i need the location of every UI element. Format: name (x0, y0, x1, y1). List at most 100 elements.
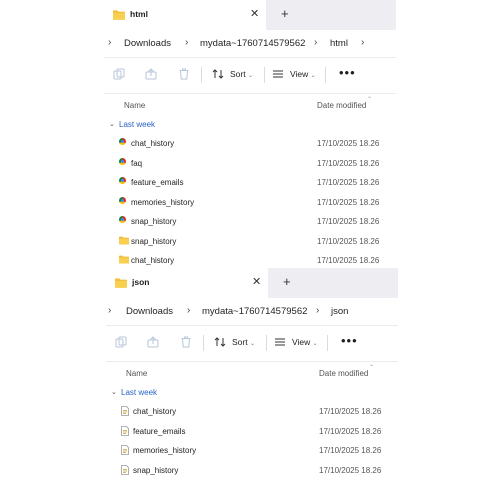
new-tab-button[interactable]: + (281, 6, 289, 21)
sort-label: Sort (230, 69, 246, 79)
explorer-window-json: json ✕ + › Downloads › mydata~1760714579… (106, 268, 398, 480)
column-header-date[interactable]: Date modified (319, 369, 368, 378)
file-name: memories_history (133, 446, 197, 455)
breadcrumb-downloads[interactable]: Downloads (126, 306, 173, 317)
file-date: 17/10/2025 18.26 (317, 197, 380, 207)
file-date: 17/10/2025 18.26 (317, 236, 380, 246)
breadcrumb-json[interactable]: json (331, 306, 348, 317)
folder-icon (113, 10, 125, 20)
file-date: 17/10/2025 18.26 (317, 178, 380, 187)
chevron-right-icon[interactable]: › (185, 37, 188, 48)
file-date: 17/10/2025 18.26 (317, 139, 380, 148)
breadcrumb-mydata[interactable]: mydata~1760714579562 (200, 38, 305, 49)
sort-button[interactable]: Sort ⌄ (230, 69, 253, 79)
file-date: 17/10/2025 18.26 (317, 256, 380, 265)
breadcrumb-mydata[interactable]: mydata~1760714579562 (202, 306, 307, 317)
column-header-name[interactable]: Name (126, 369, 147, 378)
close-icon[interactable]: ✕ (250, 7, 259, 20)
list-item[interactable]: faq 17/10/2025 18.26 (104, 154, 396, 174)
column-header-row: Name ⌄ Date modified (104, 94, 396, 116)
tab-html[interactable]: html ✕ (104, 0, 266, 30)
folder-icon (115, 278, 127, 288)
chrome-html-icon (119, 196, 126, 204)
file-name: memories_history (131, 197, 195, 207)
list-item[interactable]: chat_history 17/10/2025 18.26 (104, 134, 396, 154)
column-header-name[interactable]: Name (124, 101, 145, 110)
column-header-row: Name ⌄ Date modified (106, 362, 398, 384)
copy-icon[interactable] (115, 336, 127, 348)
breadcrumb-html[interactable]: html (330, 38, 348, 49)
chevron-right-icon[interactable]: › (108, 305, 111, 316)
file-date: 17/10/2025 18.26 (317, 217, 380, 226)
delete-icon[interactable] (178, 68, 190, 80)
copy-icon[interactable] (113, 68, 125, 80)
breadcrumb: › Downloads › mydata~1760714579562 › jso… (106, 298, 398, 326)
command-bar: Sort ⌄ View ⌄ ••• (106, 326, 398, 362)
tab-json[interactable]: json ✕ (106, 268, 268, 298)
chrome-html-icon (119, 216, 126, 223)
chevron-down-icon[interactable]: ⌄ (109, 120, 115, 128)
view-button[interactable]: View ⌄ (292, 337, 318, 347)
folder-icon (119, 255, 129, 264)
list-item[interactable]: chat_history 17/10/2025 18.26 (104, 251, 396, 268)
more-options-icon[interactable]: ••• (341, 333, 358, 348)
share-icon[interactable] (145, 68, 157, 80)
chevron-down-icon: ⌄ (247, 73, 253, 79)
folder-name: snap_history (131, 236, 177, 246)
view-button[interactable]: View ⌄ (290, 69, 316, 79)
list-item[interactable]: snap_history 17/10/2025 18.26 (104, 232, 396, 252)
sort-icon[interactable] (212, 68, 224, 80)
group-header-last-week[interactable]: ⌄ Last week (106, 384, 398, 402)
sort-icon[interactable] (214, 336, 226, 348)
group-header-last-week[interactable]: ⌄ Last week (104, 116, 396, 134)
list-item[interactable]: snap_history 17/10/2025 18.26 (104, 212, 396, 232)
toolbar-divider (264, 67, 265, 83)
chevron-right-icon[interactable]: › (314, 37, 317, 48)
sort-button[interactable]: Sort ⌄ (232, 337, 255, 347)
share-icon[interactable] (147, 336, 159, 348)
close-icon[interactable]: ✕ (252, 275, 261, 288)
sort-caret-icon: ⌄ (369, 362, 375, 368)
list-item[interactable]: memories_history 17/10/2025 18.26 (106, 441, 398, 461)
group-label: Last week (121, 388, 158, 397)
file-date: 17/10/2025 18.26 (319, 446, 382, 455)
chevron-down-icon[interactable]: ⌄ (111, 388, 117, 396)
list-item[interactable]: snap_history 17/10/2025 18.26 (106, 461, 398, 481)
file-name: snap_history (133, 465, 179, 475)
list-item[interactable]: feature_emails 17/10/2025 18.26 (106, 422, 398, 442)
json-file-icon (121, 464, 129, 475)
chevron-right-icon[interactable]: › (361, 37, 364, 48)
list-item[interactable]: memories_history 17/10/2025 18.26 (104, 193, 396, 213)
chevron-down-icon: ⌄ (249, 341, 255, 347)
more-options-icon[interactable]: ••• (339, 65, 356, 80)
sort-label: Sort (232, 337, 248, 347)
toolbar-divider (327, 335, 328, 351)
file-name: snap_history (131, 217, 177, 226)
chevron-right-icon[interactable]: › (187, 305, 190, 316)
toolbar-divider (203, 335, 204, 351)
tab-bar: json ✕ + (106, 268, 398, 298)
file-date: 17/10/2025 18.26 (319, 407, 382, 416)
chevron-down-icon: ⌄ (312, 341, 318, 347)
delete-icon[interactable] (180, 336, 192, 348)
tab-title: json (132, 277, 150, 287)
chevron-right-icon[interactable]: › (108, 37, 111, 48)
folder-name: chat_history (131, 256, 175, 265)
file-name: chat_history (131, 139, 175, 148)
column-header-date[interactable]: Date modified (317, 101, 366, 110)
tab-bar: html ✕ + (104, 0, 396, 30)
view-icon[interactable] (274, 336, 286, 348)
toolbar-divider (325, 67, 326, 83)
json-file-icon (121, 445, 129, 455)
list-item[interactable]: feature_emails 17/10/2025 18.26 (104, 173, 396, 193)
chrome-html-icon (119, 138, 126, 145)
chevron-down-icon: ⌄ (310, 73, 316, 79)
file-date: 17/10/2025 18.26 (319, 465, 382, 475)
breadcrumb-downloads[interactable]: Downloads (124, 38, 171, 49)
group-label: Last week (119, 120, 156, 129)
view-icon[interactable] (272, 68, 284, 80)
file-list: chat_history 17/10/2025 18.26 faq 17/10/… (104, 134, 396, 268)
new-tab-button[interactable]: + (283, 274, 291, 289)
list-item[interactable]: chat_history 17/10/2025 18.26 (106, 402, 398, 422)
chevron-right-icon[interactable]: › (316, 305, 319, 316)
